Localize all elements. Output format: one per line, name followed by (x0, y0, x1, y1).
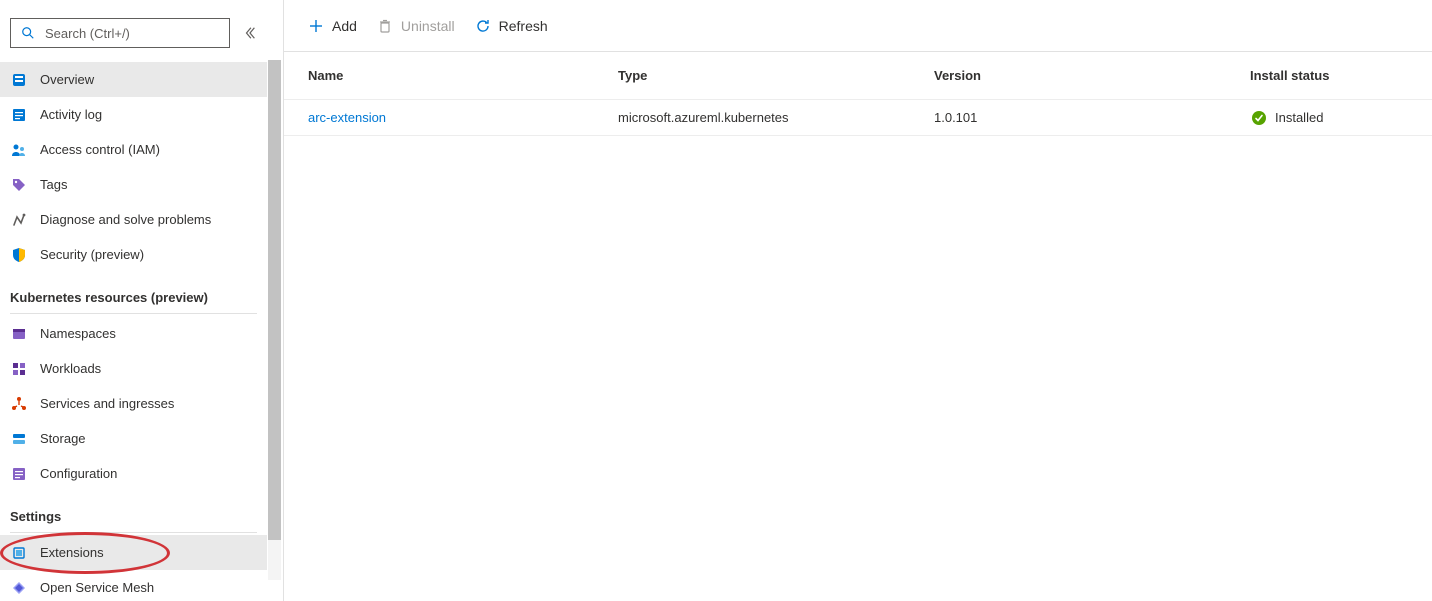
col-header-type[interactable]: Type (618, 68, 934, 83)
mesh-icon (10, 579, 28, 597)
activity-log-icon (10, 106, 28, 124)
table-row[interactable]: arc-extension microsoft.azureml.kubernet… (284, 100, 1432, 136)
workloads-icon (10, 360, 28, 378)
services-icon (10, 395, 28, 413)
sidebar-item-label: Configuration (40, 466, 117, 481)
sidebar-item-storage[interactable]: Storage (0, 421, 267, 456)
overview-icon (10, 71, 28, 89)
tags-icon (10, 176, 28, 194)
success-icon (1250, 109, 1267, 126)
sidebar-item-tags[interactable]: Tags (0, 167, 267, 202)
extension-version: 1.0.101 (934, 110, 1250, 125)
extension-name-link[interactable]: arc-extension (308, 110, 386, 125)
namespaces-icon (10, 325, 28, 343)
uninstall-button[interactable]: Uninstall (377, 18, 455, 34)
sidebar-item-services-ingresses[interactable]: Services and ingresses (0, 386, 267, 421)
search-icon (19, 24, 37, 42)
search-input[interactable] (45, 26, 221, 41)
plus-icon (308, 18, 324, 34)
add-label: Add (332, 18, 357, 34)
extensions-table: Name Type Version Install status arc-ext… (284, 52, 1432, 136)
extensions-icon (10, 544, 28, 562)
sidebar-scrollbar[interactable] (268, 60, 281, 580)
configuration-icon (10, 465, 28, 483)
sidebar-item-label: Access control (IAM) (40, 142, 160, 157)
sidebar-item-access-control[interactable]: Access control (IAM) (0, 132, 267, 167)
col-header-name[interactable]: Name (308, 68, 618, 83)
sidebar: Overview Activity log Access control (IA… (0, 0, 284, 601)
divider (10, 313, 257, 314)
sidebar-item-label: Activity log (40, 107, 102, 122)
refresh-icon (475, 18, 491, 34)
sidebar-item-label: Namespaces (40, 326, 116, 341)
add-button[interactable]: Add (308, 18, 357, 34)
sidebar-item-label: Overview (40, 72, 94, 87)
sidebar-item-label: Services and ingresses (40, 396, 174, 411)
refresh-label: Refresh (499, 18, 548, 34)
main-content: Add Uninstall Refresh Name Type Version … (284, 0, 1432, 601)
diagnose-icon (10, 211, 28, 229)
col-header-status[interactable]: Install status (1250, 68, 1408, 83)
sidebar-item-overview[interactable]: Overview (0, 62, 267, 97)
shield-icon (10, 246, 28, 264)
sidebar-item-label: Extensions (40, 545, 104, 560)
sidebar-item-namespaces[interactable]: Namespaces (0, 316, 267, 351)
section-kubernetes-resources: Kubernetes resources (preview) (0, 272, 267, 311)
extension-type: microsoft.azureml.kubernetes (618, 110, 934, 125)
table-header: Name Type Version Install status (284, 52, 1432, 100)
extension-status: Installed (1275, 110, 1323, 125)
sidebar-item-diagnose[interactable]: Diagnose and solve problems (0, 202, 267, 237)
sidebar-item-workloads[interactable]: Workloads (0, 351, 267, 386)
sidebar-item-label: Workloads (40, 361, 101, 376)
toolbar: Add Uninstall Refresh (284, 0, 1432, 52)
access-control-icon (10, 141, 28, 159)
refresh-button[interactable]: Refresh (475, 18, 548, 34)
collapse-sidebar-button[interactable] (240, 23, 259, 43)
sidebar-item-label: Diagnose and solve problems (40, 212, 211, 227)
sidebar-item-label: Security (preview) (40, 247, 144, 262)
storage-icon (10, 430, 28, 448)
sidebar-item-activity-log[interactable]: Activity log (0, 97, 267, 132)
sidebar-item-extensions[interactable]: Extensions (0, 535, 267, 570)
trash-icon (377, 18, 393, 34)
sidebar-item-label: Open Service Mesh (40, 580, 154, 595)
sidebar-item-open-service-mesh[interactable]: Open Service Mesh (0, 570, 267, 601)
col-header-version[interactable]: Version (934, 68, 1250, 83)
section-settings: Settings (0, 491, 267, 530)
sidebar-item-configuration[interactable]: Configuration (0, 456, 267, 491)
search-box[interactable] (10, 18, 230, 48)
search-row (0, 0, 267, 62)
sidebar-scrollbar-thumb[interactable] (268, 60, 281, 540)
sidebar-item-label: Storage (40, 431, 86, 446)
sidebar-item-security[interactable]: Security (preview) (0, 237, 267, 272)
divider (10, 532, 257, 533)
uninstall-label: Uninstall (401, 18, 455, 34)
sidebar-item-label: Tags (40, 177, 67, 192)
